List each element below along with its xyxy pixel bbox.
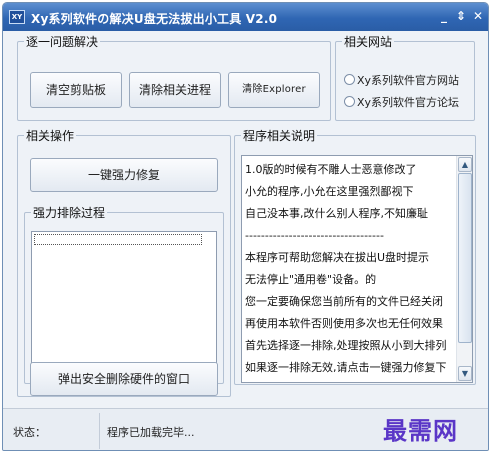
status-divider [99, 413, 100, 449]
notes-line: 自己没本事,改什么别人程序,不知廉耻 [245, 207, 428, 220]
eject-hardware-button[interactable]: 弹出安全删除硬件的窗口 [30, 362, 218, 396]
scroll-down-icon[interactable]: ▼ [458, 366, 472, 381]
kill-processes-button[interactable]: 清除相关进程 [129, 72, 221, 108]
group-program-notes: 程序相关说明 1.0版的时候有不雕人士恶意修改了 小允的程序,小允在这里强烈鄙视… [234, 127, 476, 385]
group-program-notes-legend: 程序相关说明 [243, 129, 316, 143]
group-operations-legend: 相关操作 [26, 129, 75, 143]
notes-line: 无法停止"通用卷"设备。的 [245, 273, 377, 286]
official-site-label: Xy系列软件官方网站 [357, 74, 460, 87]
official-site-link[interactable]: Xy系列软件官方网站 [344, 72, 459, 88]
group-related-sites: 相关网站 Xy系列软件官方网站 Xy系列软件官方论坛 [335, 33, 475, 121]
radio-icon[interactable] [344, 74, 355, 85]
group-issue-solving: 逐一问题解决 清空剪贴板 清除相关进程 清除Explorer [17, 33, 331, 121]
notes-line: 再使用本软件否则使用多次也无任何效果 [245, 317, 443, 330]
group-issue-solving-legend: 逐一问题解决 [26, 35, 99, 49]
notes-line: 1.0版的时候有不雕人士恶意修改了 [245, 163, 417, 176]
notes-line: 本程序可帮助您解决在拔出U盘时提示 [245, 251, 430, 264]
window-title: Xy系列软件の解决U盘无法拔出小工具 V2.0 [31, 12, 278, 26]
group-force-process: 强力排除过程 [24, 204, 224, 391]
status-bar: 状态： 程序已加载完毕... 最需网 [3, 408, 488, 450]
official-forum-link[interactable]: Xy系列软件官方论坛 [344, 94, 459, 110]
scrollbar-thumb[interactable] [458, 173, 472, 343]
group-force-process-legend: 强力排除过程 [33, 206, 106, 220]
notes-line: 您一定要确保您当前所有的文件已经关闭 [245, 295, 443, 308]
notes-scrollbar[interactable]: ▲ ▼ [456, 156, 472, 382]
watermark-logo: 最需网 [383, 416, 458, 445]
clear-explorer-button[interactable]: 清除Explorer [228, 72, 320, 108]
minimize-icon[interactable]: _ [437, 9, 451, 23]
restore-icon[interactable]: ⇕ [454, 9, 468, 23]
listbox-focus-row [34, 234, 202, 245]
radio-icon[interactable] [344, 96, 355, 107]
status-text: 程序已加载完毕... [107, 426, 195, 439]
clear-clipboard-button[interactable]: 清空剪贴板 [30, 72, 122, 108]
status-label: 状态： [13, 426, 46, 439]
official-forum-label: Xy系列软件官方论坛 [357, 96, 460, 109]
notes-text: 1.0版的时候有不雕人士恶意修改了 小允的程序,小允在这里强烈鄙视下 自己没本事… [245, 159, 457, 379]
group-related-sites-legend: 相关网站 [344, 35, 393, 49]
notes-line: 首先选择逐一排除,处理按照从小到大排列 [245, 339, 447, 352]
app-icon: XY [9, 10, 25, 24]
force-repair-button[interactable]: 一键强力修复 [30, 158, 218, 192]
close-icon[interactable]: ✕ [471, 9, 485, 23]
scroll-up-icon[interactable]: ▲ [458, 157, 472, 172]
notes-line: 小允的程序,小允在这里强烈鄙视下 [245, 185, 414, 198]
app-window: XY Xy系列软件の解决U盘无法拔出小工具 V2.0 _ ⇕ ✕ 逐一问题解决 … [2, 2, 489, 451]
notes-line: 如果逐一排除无效,请点击一键强力修复下 [245, 361, 447, 374]
notes-textbox[interactable]: 1.0版的时候有不雕人士恶意修改了 小允的程序,小允在这里强烈鄙视下 自己没本事… [241, 155, 473, 383]
title-bar[interactable]: XY Xy系列软件の解决U盘无法拔出小工具 V2.0 _ ⇕ ✕ [3, 3, 488, 31]
group-operations: 相关操作 一键强力修复 强力排除过程 弹出安全删除硬件的窗口 [17, 127, 231, 397]
notes-line: ----------------------------------- [245, 229, 384, 242]
